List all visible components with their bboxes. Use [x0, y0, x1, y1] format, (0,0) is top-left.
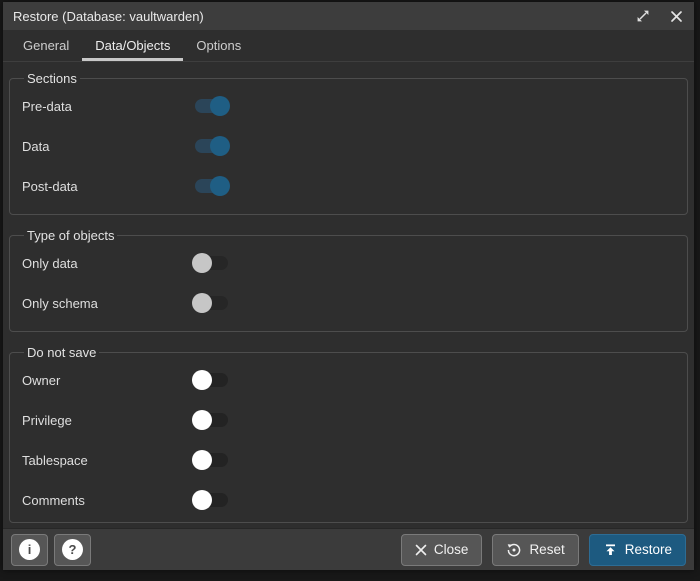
close-icon[interactable]	[668, 8, 684, 24]
owner-toggle[interactable]	[192, 370, 230, 390]
dialog-title: Restore (Database: vaultwarden)	[13, 9, 204, 24]
close-button[interactable]: Close	[401, 534, 483, 566]
reset-button[interactable]: Reset	[492, 534, 578, 566]
fieldset-sections: Sections Pre-data Data Post-data	[9, 71, 688, 215]
fieldset-legend: Do not save	[24, 345, 99, 360]
close-button-label: Close	[434, 542, 469, 557]
toggle-row-privilege: Privilege	[22, 400, 675, 440]
toggle-row-pre-data: Pre-data	[22, 86, 675, 126]
fieldset-legend: Sections	[24, 71, 80, 86]
fieldset-do-not-save: Do not save Owner Privilege Tablespace Comme…	[9, 345, 688, 523]
tab-options[interactable]: Options	[183, 30, 254, 61]
toggle-label: Comments	[22, 493, 192, 508]
restore-button-label: Restore	[625, 542, 672, 557]
fieldset-legend: Type of objects	[24, 228, 117, 243]
toggle-label: Privilege	[22, 413, 192, 428]
info-button[interactable]: i	[11, 534, 48, 566]
toggle-thumb	[192, 370, 212, 390]
help-button[interactable]: ?	[54, 534, 91, 566]
toggle-thumb	[210, 96, 230, 116]
post-data-toggle[interactable]	[192, 176, 230, 196]
toggle-thumb	[192, 450, 212, 470]
only-schema-toggle	[192, 293, 230, 313]
reset-button-label: Reset	[529, 542, 564, 557]
toggle-thumb	[192, 490, 212, 510]
tab-general[interactable]: General	[10, 30, 82, 61]
comments-toggle[interactable]	[192, 490, 230, 510]
toggle-thumb	[210, 176, 230, 196]
toggle-row-post-data: Post-data	[22, 166, 675, 206]
restore-button[interactable]: Restore	[589, 534, 686, 566]
close-x-icon	[415, 544, 427, 556]
footer-right-buttons: Close Reset	[401, 534, 686, 566]
tab-bar: GeneralData/ObjectsOptions	[3, 30, 694, 62]
toggle-row-tablespace: Tablespace	[22, 440, 675, 480]
toggle-thumb	[192, 253, 212, 273]
restore-dialog: Restore (Database: vaultwarden) GeneralD…	[3, 2, 694, 570]
dialog-titlebar[interactable]: Restore (Database: vaultwarden)	[3, 2, 694, 30]
maximize-icon[interactable]	[635, 8, 651, 24]
pre-data-toggle[interactable]	[192, 96, 230, 116]
dialog-footer: i ? Close	[3, 528, 694, 570]
toggle-row-data: Data	[22, 126, 675, 166]
toggle-label: Post-data	[22, 179, 192, 194]
toggle-row-only-schema: Only schema	[22, 283, 675, 323]
reset-icon	[506, 542, 522, 558]
toggle-label: Data	[22, 139, 192, 154]
toggle-row-owner: Owner	[22, 360, 675, 400]
privilege-toggle[interactable]	[192, 410, 230, 430]
toggle-label: Only data	[22, 256, 192, 271]
info-icon: i	[19, 539, 40, 560]
toggle-label: Only schema	[22, 296, 192, 311]
restore-upload-icon	[603, 542, 618, 557]
toggle-thumb	[192, 293, 212, 313]
toggle-thumb	[210, 136, 230, 156]
toggle-row-comments: Comments	[22, 480, 675, 520]
toggle-label: Pre-data	[22, 99, 192, 114]
help-icon: ?	[62, 539, 83, 560]
toggle-label: Owner	[22, 373, 192, 388]
toggle-label: Tablespace	[22, 453, 192, 468]
only-data-toggle	[192, 253, 230, 273]
data-toggle[interactable]	[192, 136, 230, 156]
dialog-content: Sections Pre-data Data Post-data Type of obj…	[3, 62, 694, 528]
footer-left-buttons: i ?	[11, 534, 91, 566]
tablespace-toggle[interactable]	[192, 450, 230, 470]
tab-data-objects[interactable]: Data/Objects	[82, 30, 183, 61]
fieldset-type-of-objects: Type of objects Only data Only schema	[9, 228, 688, 332]
toggle-thumb	[192, 410, 212, 430]
toggle-row-only-data: Only data	[22, 243, 675, 283]
titlebar-controls	[635, 8, 684, 24]
